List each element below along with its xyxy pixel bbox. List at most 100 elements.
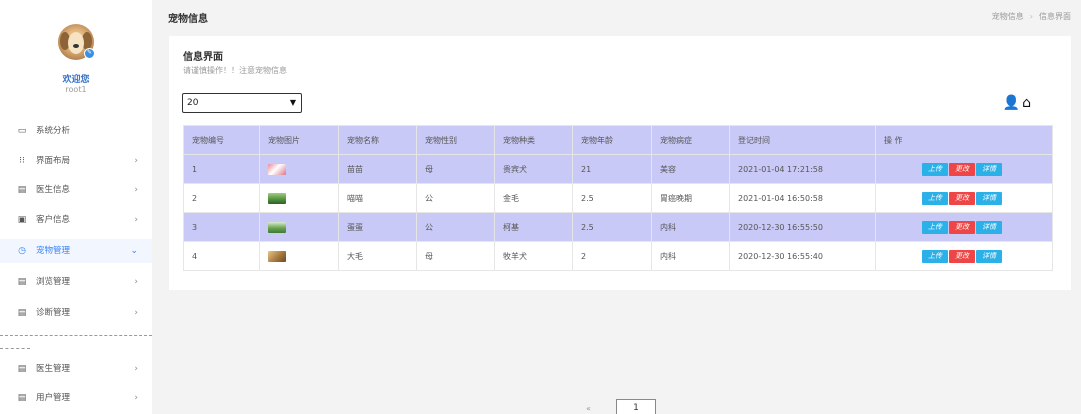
username: root1	[65, 85, 87, 94]
sidebar-item-label: 客户信息	[36, 215, 71, 225]
page-title: 宠物信息	[168, 14, 208, 25]
toolbar: 👤 ⌂	[1001, 95, 1031, 111]
cell-actions: 上传 更改 详情	[875, 183, 1053, 213]
cell-symptom: 内科	[651, 212, 730, 242]
divider	[0, 335, 152, 336]
pager-current-page[interactable]: 1	[616, 399, 656, 414]
dog-face	[68, 32, 84, 54]
cell-image	[259, 154, 339, 184]
column-header: 宠物图片	[259, 125, 339, 155]
cell-symptom: 美容	[651, 154, 730, 184]
update-button[interactable]: 更改	[949, 220, 975, 234]
detail-button[interactable]: 详情	[976, 220, 1002, 234]
cell-image	[259, 241, 339, 271]
upload-button[interactable]: 上传	[922, 191, 948, 205]
cell-id: 1	[183, 154, 260, 184]
chevron-down-icon: ⌄	[130, 246, 138, 256]
update-button[interactable]: 更改	[949, 191, 975, 205]
detail-button[interactable]: 详情	[976, 191, 1002, 205]
table-header-row: 宠物编号 宠物图片 宠物名称 宠物性别 宠物种类 宠物年龄 宠物病症 登记时间 …	[183, 125, 1053, 155]
welcome-text: 欢迎您	[62, 75, 90, 85]
cell-id: 4	[183, 241, 260, 271]
pet-thumbnail[interactable]	[268, 221, 286, 233]
sidebar: ✎ 欢迎您 root1 ▭ 系统分析 ⁝⁝ 界面布局 › ▤ 医生信息 › ▣ …	[0, 0, 152, 414]
chevron-right-icon: ›	[134, 364, 138, 374]
user-settings-icon[interactable]: 👤	[1003, 95, 1020, 111]
chevron-right-icon: ›	[134, 185, 138, 195]
pager-previous[interactable]: «	[586, 404, 591, 413]
upload-button[interactable]: 上传	[922, 220, 948, 234]
column-header: 宠物名称	[338, 125, 417, 155]
clock-icon: ◷	[18, 246, 26, 256]
cell-age: 2.5	[572, 183, 652, 213]
page-size-select[interactable]: 20 ▼	[182, 93, 302, 113]
cell-name: 大毛	[338, 241, 417, 271]
cell-symptom: 胃癌晚期	[651, 183, 730, 213]
column-header: 宠物种类	[494, 125, 573, 155]
sidebar-item-doctor-management[interactable]: ▤ 医生管理 ›	[0, 357, 152, 381]
cell-age: 21	[572, 154, 652, 184]
sidebar-item-browse-management[interactable]: ▤ 浏览管理 ›	[0, 270, 152, 294]
pet-thumbnail[interactable]	[268, 250, 286, 262]
sidebar-item-label: 用户管理	[36, 393, 71, 403]
table-row: 4 大毛 母 牧羊犬 2 内科 2020-12-30 16:55:40 上传 更改…	[183, 241, 1053, 271]
sidebar-item-label: 界面布局	[36, 156, 71, 166]
cell-id: 2	[183, 183, 260, 213]
cell-gender: 公	[416, 212, 495, 242]
sidebar-item-user-management[interactable]: ▤ 用户管理 ›	[0, 386, 152, 410]
document-icon: ▤	[17, 393, 27, 403]
sidebar-item-label: 诊断管理	[36, 308, 71, 318]
cell-time: 2020-12-30 16:55:50	[729, 212, 876, 242]
sidebar-item-label: 系统分析	[36, 126, 71, 136]
pet-thumbnail[interactable]	[268, 192, 286, 204]
upload-button[interactable]: 上传	[922, 162, 948, 176]
cell-image	[259, 183, 339, 213]
chevron-right-icon: ›	[134, 156, 138, 166]
sidebar-item-diagnosis-management[interactable]: ▤ 诊断管理 ›	[0, 301, 152, 325]
sidebar-item-label: 浏览管理	[36, 277, 71, 287]
breadcrumb: 宠物信息 › 信息界面	[992, 11, 1071, 22]
chevron-right-icon: ›	[134, 277, 138, 287]
cell-actions: 上传 更改 详情	[875, 241, 1053, 271]
sidebar-item-label: 宠物管理	[36, 246, 71, 256]
cell-gender: 母	[416, 154, 495, 184]
cell-type: 贵宾犬	[494, 154, 573, 184]
cell-gender: 公	[416, 183, 495, 213]
cell-age: 2.5	[572, 212, 652, 242]
dog-nose	[73, 44, 79, 48]
sidebar-item-pet-management[interactable]: ◷ 宠物管理 ⌄	[0, 239, 152, 263]
sidebar-item-layout[interactable]: ⁝⁝ 界面布局 ›	[0, 149, 152, 173]
column-header: 操 作	[875, 125, 1053, 155]
cell-gender: 母	[416, 241, 495, 271]
document-icon: ▤	[17, 308, 27, 318]
edit-avatar-icon[interactable]: ✎	[84, 48, 95, 59]
cell-type: 金毛	[494, 183, 573, 213]
cell-type: 牧羊犬	[494, 241, 573, 271]
detail-button[interactable]: 详情	[976, 162, 1002, 176]
card-subtitle: 请谨慎操作！！注意宠物信息	[183, 66, 287, 75]
update-button[interactable]: 更改	[949, 162, 975, 176]
pet-thumbnail[interactable]	[268, 163, 286, 175]
cell-age: 2	[572, 241, 652, 271]
sidebar-item-doctor-info[interactable]: ▤ 医生信息 ›	[0, 178, 152, 202]
breadcrumb-item[interactable]: 宠物信息	[992, 12, 1024, 21]
content-card: 信息界面 请谨慎操作！！注意宠物信息 20 ▼ 👤 ⌂ 宠物编号 宠物图片 宠物名…	[169, 36, 1071, 290]
chevron-right-icon: ›	[134, 215, 138, 225]
user-profile: ✎ 欢迎您 root1	[0, 0, 152, 110]
update-button[interactable]: 更改	[949, 249, 975, 263]
sidebar-item-customer-info[interactable]: ▣ 客户信息 ›	[0, 208, 152, 232]
cell-name: 苗苗	[338, 154, 417, 184]
cell-actions: 上传 更改 详情	[875, 212, 1053, 242]
cell-actions: 上传 更改 详情	[875, 154, 1053, 184]
avatar[interactable]: ✎	[58, 24, 95, 60]
sidebar-item-label: 医生信息	[36, 185, 71, 195]
detail-button[interactable]: 详情	[976, 249, 1002, 263]
cell-name: 喵喵	[338, 183, 417, 213]
sidebar-item-system-analysis[interactable]: ▭ 系统分析	[0, 119, 152, 143]
upload-button[interactable]: 上传	[922, 249, 948, 263]
home-icon[interactable]: ⌂	[1022, 95, 1031, 111]
cell-name: 蛋蛋	[338, 212, 417, 242]
cell-symptom: 内科	[651, 241, 730, 271]
cell-time: 2020-12-30 16:55:40	[729, 241, 876, 271]
breadcrumb-separator: ›	[1029, 12, 1033, 21]
